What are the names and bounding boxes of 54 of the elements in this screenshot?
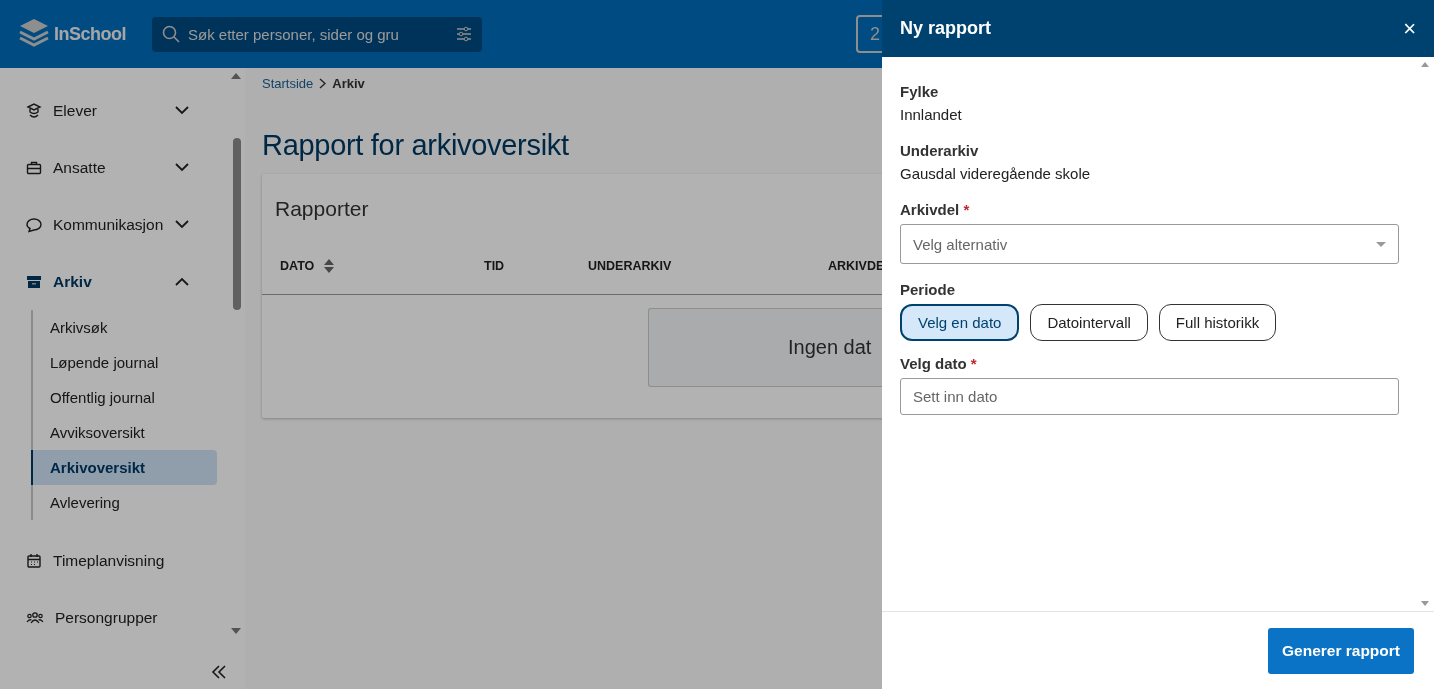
sidebar-subitem[interactable]: Avlevering: [31, 485, 217, 520]
sidebar-item[interactable]: Ansatte: [0, 139, 215, 196]
filter-sliders-icon[interactable]: [456, 26, 472, 42]
field-label: Underarkiv: [900, 142, 980, 159]
sidebar-item[interactable]: Elever: [0, 82, 215, 139]
search-field[interactable]: Søk etter personer, sider og gru: [152, 16, 482, 52]
card-title: Rapporter: [274, 196, 370, 221]
sidebar-item[interactable]: Timeplanvisning: [0, 532, 215, 589]
logo[interactable]: InSchool: [18, 17, 126, 51]
column-header: TID: [484, 259, 505, 273]
chat-bubble-icon: [26, 216, 42, 233]
page-title: Rapport for arkivoversikt: [262, 129, 569, 162]
graduate-icon: [26, 102, 42, 119]
dropdown-arrow-icon: [1376, 241, 1386, 247]
close-button[interactable]: ×: [1403, 15, 1416, 42]
chevron-icon: [175, 277, 189, 286]
drawer-title: Ny rapport: [900, 18, 991, 39]
period-option[interactable]: Full historikk: [1158, 304, 1277, 341]
field-label: Periode: [900, 281, 957, 298]
sidebar-subitem[interactable]: Arkivoversikt: [31, 450, 217, 485]
sidebar-item[interactable]: Kommunikasjon: [0, 196, 215, 253]
people-group-icon: [26, 609, 44, 626]
field-value: Gausdal videregående skole: [900, 165, 1092, 182]
collapse-icon[interactable]: [211, 665, 227, 679]
calendar-icon: [26, 552, 42, 569]
scrollbar-thumb[interactable]: [233, 138, 241, 310]
breadcrumb-current: Arkiv: [332, 76, 365, 91]
chevron-right-icon: [319, 78, 327, 89]
chevron-icon: [175, 106, 189, 115]
column-header: UNDERARKIV: [588, 259, 672, 273]
column-header: ARKIVDE: [828, 259, 885, 273]
sidebar-subitem[interactable]: Avviksoversikt: [31, 415, 217, 450]
sidebar-subitem[interactable]: Arkivsøk: [31, 310, 217, 345]
period-option[interactable]: Datointervall: [1030, 304, 1148, 341]
sidebar-subitem[interactable]: Offentlig journal: [31, 380, 217, 415]
date-field[interactable]: Sett inn dato: [900, 378, 1399, 415]
breadcrumb-link[interactable]: Startside: [262, 76, 314, 91]
chevron-icon: [175, 163, 189, 172]
briefcase-icon: [26, 159, 42, 176]
archive-box-icon: [26, 273, 42, 290]
search-icon: [162, 25, 180, 43]
field-label: Arkivdel *: [900, 201, 971, 218]
period-option[interactable]: Velg en dato: [900, 304, 1020, 341]
field-label: Velg dato *: [900, 355, 978, 372]
column-header[interactable]: DATO: [280, 259, 315, 273]
field-label: Fylke: [900, 83, 940, 100]
sidebar-item[interactable]: Persongrupper: [0, 589, 215, 646]
select-field[interactable]: Velg alternativ: [900, 224, 1399, 264]
sidebar-subitem[interactable]: Løpende journal: [31, 345, 217, 380]
generate-report-button[interactable]: Generer rapport: [1268, 627, 1414, 674]
chevron-icon: [175, 220, 189, 229]
sort-icon[interactable]: [324, 259, 335, 273]
field-value: Innlandet: [900, 106, 963, 123]
sidebar-item[interactable]: Arkiv: [0, 253, 215, 310]
